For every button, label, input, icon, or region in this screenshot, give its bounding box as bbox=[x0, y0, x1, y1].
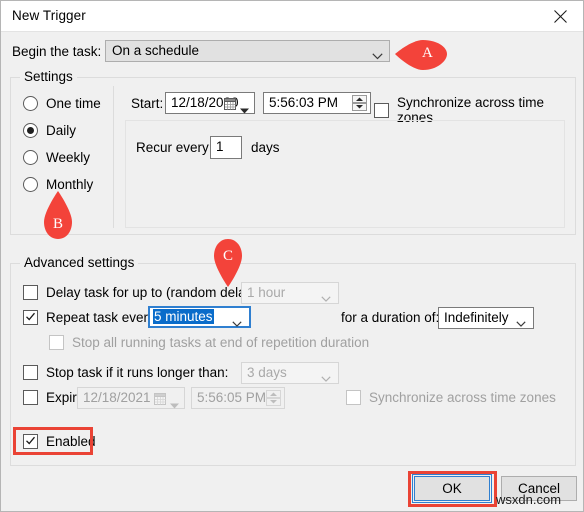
delay-task-label: Delay task for up to (random delay): bbox=[46, 285, 261, 300]
spinner-up-icon[interactable] bbox=[352, 95, 367, 103]
radio-monthly[interactable]: Monthly bbox=[23, 177, 93, 192]
stop-all-running-label: Stop all running tasks at end of repetit… bbox=[72, 335, 370, 350]
close-button[interactable] bbox=[538, 1, 583, 31]
repeat-task-label: Repeat task every: bbox=[46, 310, 159, 325]
calendar-icon bbox=[154, 392, 166, 410]
repeat-interval-value: 5 minutes bbox=[153, 309, 214, 324]
checkbox-icon[interactable] bbox=[23, 365, 38, 380]
expire-time-field: 5:56:05 PM bbox=[191, 387, 285, 409]
duration-label: for a duration of: bbox=[341, 310, 440, 325]
spinner-up-icon bbox=[266, 390, 281, 398]
radio-weekly[interactable]: Weekly bbox=[23, 150, 90, 165]
stop-task-checkbox-row[interactable]: Stop task if it runs longer than: bbox=[23, 365, 228, 380]
stop-all-running-checkbox-row: Stop all running tasks at end of repetit… bbox=[49, 335, 369, 350]
enabled-checkbox-row[interactable]: Enabled bbox=[23, 434, 96, 449]
checkbox-icon[interactable] bbox=[23, 390, 38, 405]
chevron-down-icon bbox=[372, 47, 383, 65]
begin-task-label: Begin the task: bbox=[12, 44, 102, 59]
settings-legend: Settings bbox=[20, 69, 77, 84]
recur-every-label: Recur every: bbox=[136, 140, 213, 155]
close-icon bbox=[554, 9, 567, 23]
expire-date-field: 12/18/2021 bbox=[77, 387, 185, 409]
new-trigger-dialog: New Trigger Begin the task: On a schedul… bbox=[0, 0, 584, 512]
checkbox-icon[interactable] bbox=[374, 102, 389, 118]
time-spinner[interactable] bbox=[352, 95, 367, 111]
chevron-down-icon[interactable] bbox=[232, 314, 242, 332]
radio-icon bbox=[23, 96, 38, 111]
recur-every-input[interactable]: 1 bbox=[210, 136, 242, 159]
window-title: New Trigger bbox=[12, 8, 86, 23]
spinner-down-icon bbox=[266, 398, 281, 406]
start-label: Start: bbox=[131, 96, 164, 111]
duration-combo[interactable]: Indefinitely bbox=[438, 307, 534, 329]
delay-duration-combo: 1 hour bbox=[241, 282, 339, 304]
begin-task-value: On a schedule bbox=[112, 43, 200, 58]
checkbox-icon bbox=[346, 390, 361, 405]
title-bar: New Trigger bbox=[1, 1, 583, 32]
delay-task-checkbox-row[interactable]: Delay task for up to (random delay): bbox=[23, 285, 261, 300]
start-time-field[interactable]: 5:56:03 PM bbox=[263, 92, 371, 114]
advanced-settings-legend: Advanced settings bbox=[20, 255, 139, 270]
stop-task-duration-value: 3 days bbox=[247, 365, 287, 380]
ok-button[interactable]: OK bbox=[412, 474, 492, 503]
recur-unit-label: days bbox=[251, 140, 280, 155]
chevron-down-icon[interactable] bbox=[240, 101, 249, 119]
chevron-down-icon bbox=[321, 369, 331, 387]
radio-one-time[interactable]: One time bbox=[23, 96, 101, 111]
expire-sync-timezones-checkbox-row: Synchronize across time zones bbox=[346, 390, 556, 405]
chevron-down-icon bbox=[321, 289, 331, 307]
expire-date-value: 12/18/2021 bbox=[83, 390, 151, 405]
radio-daily-label: Daily bbox=[46, 123, 77, 138]
radio-monthly-label: Monthly bbox=[46, 177, 94, 192]
repeat-task-checkbox-row[interactable]: Repeat task every: bbox=[23, 310, 159, 325]
checkbox-checked-icon[interactable] bbox=[23, 434, 38, 449]
enabled-label: Enabled bbox=[46, 434, 96, 449]
calendar-icon bbox=[224, 97, 236, 115]
time-spinner bbox=[266, 390, 281, 406]
chevron-down-icon[interactable] bbox=[516, 314, 526, 332]
recur-every-value: 1 bbox=[216, 139, 224, 154]
chevron-down-icon bbox=[170, 396, 179, 414]
expire-sync-timezones-label: Synchronize across time zones bbox=[369, 390, 556, 405]
annotation-pin-a: A bbox=[393, 30, 453, 83]
start-date-field[interactable]: 12/18/2020 bbox=[165, 92, 255, 114]
radio-icon bbox=[23, 150, 38, 165]
settings-divider bbox=[113, 86, 114, 228]
radio-selected-icon bbox=[23, 123, 38, 138]
ok-button-label: OK bbox=[442, 481, 462, 496]
stop-task-duration-combo: 3 days bbox=[241, 362, 339, 384]
recurrence-panel bbox=[125, 120, 565, 228]
annotation-pin-a-label: A bbox=[422, 45, 433, 61]
expire-time-value: 5:56:05 PM bbox=[197, 390, 267, 405]
radio-one-time-label: One time bbox=[46, 96, 101, 111]
repeat-interval-combo[interactable]: 5 minutes bbox=[148, 306, 251, 328]
radio-daily[interactable]: Daily bbox=[23, 123, 76, 138]
spinner-down-icon[interactable] bbox=[352, 103, 367, 111]
checkbox-icon[interactable] bbox=[23, 285, 38, 300]
radio-weekly-label: Weekly bbox=[46, 150, 91, 165]
start-time-value: 5:56:03 PM bbox=[269, 95, 339, 110]
duration-value: Indefinitely bbox=[444, 310, 509, 325]
begin-task-combo[interactable]: On a schedule bbox=[105, 40, 390, 62]
checkbox-checked-icon[interactable] bbox=[23, 310, 38, 325]
delay-duration-value: 1 hour bbox=[247, 285, 286, 300]
watermark: wsxdn.com bbox=[496, 492, 562, 507]
stop-task-label: Stop task if it runs longer than: bbox=[46, 365, 229, 380]
radio-icon bbox=[23, 177, 38, 192]
checkbox-icon bbox=[49, 335, 64, 350]
